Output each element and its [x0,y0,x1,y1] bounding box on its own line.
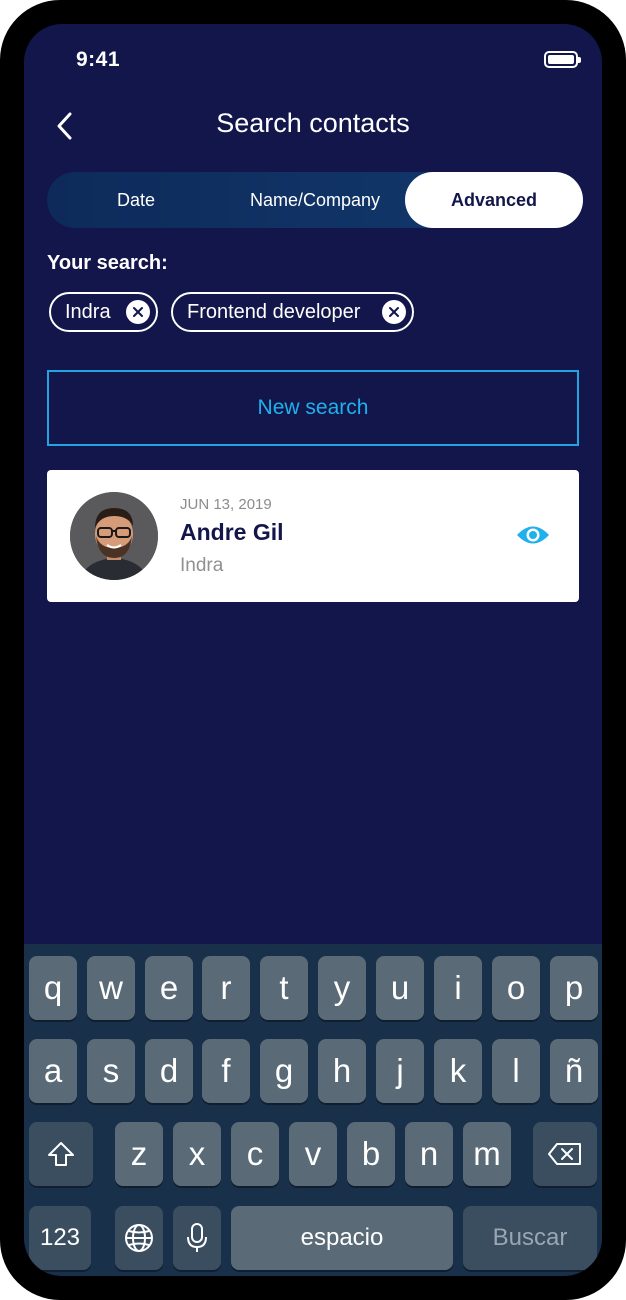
search-chip-frontend-developer: Frontend developer [171,292,414,332]
chip-label: Indra [65,300,111,323]
chip-label: Frontend developer [187,300,361,323]
eye-icon[interactable] [516,522,550,548]
key-q[interactable]: q [29,956,77,1020]
space-key[interactable]: espacio [231,1206,453,1270]
backspace-key[interactable] [533,1122,597,1186]
status-time: 9:41 [76,48,121,71]
key-a[interactable]: a [29,1039,77,1103]
contact-name: Andre Gil [180,519,284,545]
tab-advanced[interactable]: Advanced [405,172,583,228]
key-d[interactable]: d [145,1039,193,1103]
key-s[interactable]: s [87,1039,135,1103]
new-search-button[interactable]: New search [47,370,579,446]
key-m[interactable]: m [463,1122,511,1186]
globe-key[interactable] [115,1206,163,1270]
search-mode-tabs: Date Name/Company Advanced [47,172,583,228]
key-p[interactable]: p [550,956,598,1020]
close-icon [389,307,399,317]
shift-key[interactable] [29,1122,93,1186]
key-j[interactable]: j [376,1039,424,1103]
search-action-key[interactable]: Buscar [463,1206,597,1270]
key-l[interactable]: l [492,1039,540,1103]
key-o[interactable]: o [492,956,540,1020]
key-c[interactable]: c [231,1122,279,1186]
screen: 9:41 Search contacts Date Name/Company A… [24,24,602,1276]
phone-frame: 9:41 Search contacts Date Name/Company A… [0,0,626,1300]
key-z[interactable]: z [115,1122,163,1186]
shift-icon [48,1142,74,1166]
keyboard: q w e r t y u i o p a s d f g h j k l ñ [24,944,602,1276]
backspace-icon [548,1143,581,1165]
key-u[interactable]: u [376,956,424,1020]
key-g[interactable]: g [260,1039,308,1103]
key-h[interactable]: h [318,1039,366,1103]
search-chip-indra: Indra [49,292,158,332]
key-b[interactable]: b [347,1122,395,1186]
microphone-key[interactable] [173,1206,221,1270]
microphone-icon [187,1223,207,1252]
key-y[interactable]: y [318,956,366,1020]
key-x[interactable]: x [173,1122,221,1186]
remove-chip-button[interactable] [126,300,150,324]
tab-name-company[interactable]: Name/Company [225,172,405,228]
key-t[interactable]: t [260,956,308,1020]
search-heading: Your search: [47,252,168,274]
key-w[interactable]: w [87,956,135,1020]
avatar [70,492,158,580]
globe-icon [125,1224,153,1252]
close-icon [133,307,143,317]
tab-date[interactable]: Date [47,172,225,228]
key-n-tilde[interactable]: ñ [550,1039,598,1103]
key-v[interactable]: v [289,1122,337,1186]
contact-card[interactable]: JUN 13, 2019 Andre Gil Indra [47,470,579,602]
contact-date: JUN 13, 2019 [180,496,272,513]
key-e[interactable]: e [145,956,193,1020]
contact-company: Indra [180,555,224,576]
key-r[interactable]: r [202,956,250,1020]
key-n[interactable]: n [405,1122,453,1186]
remove-chip-button[interactable] [382,300,406,324]
page-title: Search contacts [216,108,410,138]
key-k[interactable]: k [434,1039,482,1103]
battery-icon [544,51,581,68]
numbers-key[interactable]: 123 [29,1206,91,1270]
key-f[interactable]: f [202,1039,250,1103]
key-i[interactable]: i [434,956,482,1020]
